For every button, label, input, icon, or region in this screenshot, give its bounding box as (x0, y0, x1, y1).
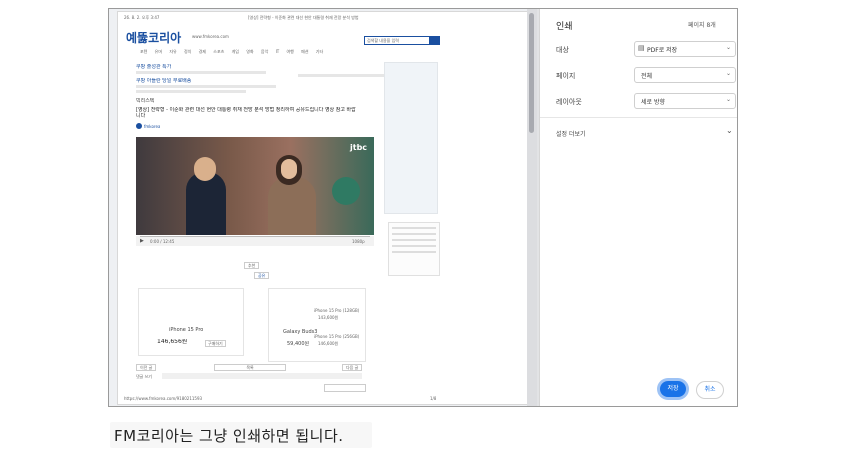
expand-chevron-icon[interactable]: ⌄ (726, 126, 733, 135)
chevron-down-icon: ⌄ (725, 70, 731, 77)
pages-value: 전체 (641, 73, 653, 80)
side-widget (388, 222, 440, 276)
widget-line (392, 233, 436, 235)
widget-line (392, 251, 436, 253)
site-url: www.fmkorea.com (192, 34, 229, 39)
destination-label: 대상 (556, 46, 569, 54)
destination-select[interactable]: ▤ PDF로 저장 ⌄ (634, 41, 736, 57)
video-decor (332, 177, 360, 205)
article-title: [영상] 전략형 - 이준화 관련 대선 현안 대통령 취재 전망 분석 방법 … (136, 107, 356, 119)
nav-item[interactable]: 패션 (301, 49, 308, 54)
print-preview-area: 26. 8. 2. 오후 3:47 [영상] 전략형 - 이준화 관련 대선 현… (109, 9, 537, 406)
search-icon[interactable] (430, 36, 440, 45)
ad-title-1[interactable]: 쿠팡 출성관 특가 (136, 64, 171, 70)
screenshot-frame: 26. 8. 2. 오후 3:47 [영상] 전략형 - 이준화 관련 대선 현… (108, 8, 738, 407)
layout-select[interactable]: 세로 방향 ⌄ (634, 93, 736, 109)
divider (540, 117, 737, 118)
recommend-button[interactable]: 추천 (244, 262, 260, 269)
site-nav: 포텐 유머 자유 정치 경제 스포츠 게임 영화 음악 IT 여행 패션 기타 (140, 49, 440, 54)
avatar (136, 123, 142, 129)
print-title: 인쇄 (556, 22, 573, 32)
play-icon[interactable]: ▶ (140, 238, 144, 244)
save-button[interactable]: 저장 (660, 381, 686, 397)
ad-right-price-2: 146,600원 (318, 341, 339, 346)
pages-select[interactable]: 전체 ⌄ (634, 67, 736, 83)
ad-left-title: iPhone 15 Pro (169, 327, 204, 333)
preview-scrollbar[interactable] (527, 9, 537, 406)
comment-label: 댓글 쓰기 (136, 374, 152, 379)
side-ad-banner[interactable] (384, 62, 438, 214)
video-person-left (186, 172, 226, 235)
nav-item[interactable]: 포텐 (140, 49, 147, 54)
ad-right-price: 143,600원 (318, 315, 339, 320)
layout-label: 레이아웃 (556, 98, 582, 106)
comment-submit[interactable] (324, 384, 366, 392)
print-settings-panel: 인쇄 페이지 8개 대상 ▤ PDF로 저장 ⌄ 페이지 전체 ⌄ 레이아웃 세… (539, 9, 737, 406)
widget-line (392, 239, 436, 241)
destination-value: PDF로 저장 (647, 47, 678, 54)
nav-item[interactable]: 영화 (246, 49, 253, 54)
footer-url: https://www.fmkorea.com/9180211593 (124, 396, 203, 401)
ad-line (136, 90, 246, 93)
nav-item[interactable]: 경제 (199, 49, 206, 54)
ad-line (136, 71, 266, 74)
caption-box: FM코리아는 그냥 인쇄하면 됩니다. (110, 422, 372, 448)
video-progress[interactable] (140, 236, 370, 237)
nav-item[interactable]: 기타 (316, 49, 323, 54)
video-person-right (268, 177, 316, 235)
chevron-down-icon: ⌄ (725, 96, 731, 103)
ad-right-title: iPhone 15 Pro (128GB) (314, 308, 360, 313)
chevron-down-icon: ⌄ (725, 44, 731, 51)
widget-line (392, 245, 436, 247)
article-author: fmkorea (144, 124, 161, 129)
ad-title-2[interactable]: 쿠팡 아뜰란 당일 무료배송 (136, 78, 191, 84)
nav-item[interactable]: 자유 (169, 49, 176, 54)
footer-page: 1/8 (430, 396, 437, 401)
video-time: 0:00 / 12:45 (150, 239, 175, 244)
nav-item[interactable]: 여행 (286, 49, 293, 54)
ad-left-buy-button[interactable]: 구매하기 (205, 340, 226, 347)
document-icon: ▤ (638, 44, 645, 52)
comment-input[interactable] (162, 373, 362, 379)
preview-datetime: 26. 8. 2. 오후 3:47 (124, 15, 160, 20)
page-count: 페이지 8개 (688, 22, 716, 29)
cancel-button[interactable]: 취소 (696, 381, 724, 399)
caption-text: FM코리아는 그냥 인쇄하면 됩니다. (114, 427, 344, 445)
ad-line (136, 85, 276, 88)
nav-item[interactable]: 정치 (184, 49, 191, 54)
scrollbar-thumb[interactable] (529, 13, 534, 133)
nav-item[interactable]: 유머 (155, 49, 162, 54)
site-logo: 예뚫코리아 (126, 31, 182, 45)
ad-card-right[interactable]: iPhone 15 Pro (128GB) 143,600원 iPhone 15… (308, 302, 378, 362)
nav-item[interactable]: 게임 (232, 49, 239, 54)
search-placeholder: 검색할 내용을 입력 (367, 38, 399, 43)
nav-item[interactable]: 스포츠 (213, 49, 224, 54)
widget-line (392, 227, 436, 229)
ad-left-price: 146,656원 (157, 339, 188, 345)
list-button[interactable]: 목록 (214, 364, 286, 371)
nav-item[interactable]: 음악 (261, 49, 268, 54)
share-button[interactable]: 공유 (254, 272, 270, 279)
video-controls[interactable]: ▶ 0:00 / 12:45 1080p (136, 236, 374, 246)
ad-mid-price: 59,400원 (287, 341, 310, 347)
sub-label: 빅리스텍 (136, 98, 155, 104)
video-player[interactable]: jtbc (136, 137, 374, 235)
preview-doc-title: [영상] 전략형 - 이준화 관련 대선 현안 대통령 취재 전망 분석 방법 (248, 15, 359, 20)
layout-value: 세로 방향 (641, 99, 665, 106)
nav-item[interactable]: IT (276, 49, 280, 54)
video-quality[interactable]: 1080p (352, 239, 365, 244)
more-settings-toggle[interactable]: 설정 더보기 (556, 129, 586, 138)
ad-right-title-2: iPhone 15 Pro (256GB) (314, 334, 360, 339)
site-search-box[interactable]: 검색할 내용을 입력 (364, 36, 430, 45)
jtbc-logo-icon: jtbc (350, 143, 368, 152)
next-post-button[interactable]: 다음 글 (342, 364, 363, 371)
preview-page: 26. 8. 2. 오후 3:47 [영상] 전략형 - 이준화 관련 대선 현… (117, 11, 529, 405)
ad-card-left[interactable]: iPhone 15 Pro 146,656원 구매하기 (138, 288, 244, 356)
video-person-left-face (194, 157, 216, 181)
prev-post-button[interactable]: 이전 글 (136, 364, 157, 371)
pages-label: 페이지 (556, 72, 576, 80)
video-person-right-face (281, 159, 297, 179)
